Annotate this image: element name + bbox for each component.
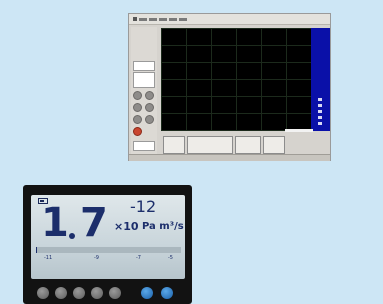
device-button[interactable] xyxy=(55,287,67,299)
device-button[interactable] xyxy=(37,287,49,299)
reading-decimal: 7 xyxy=(80,200,108,246)
leak-detector-device: 1 7 -12 ×10 Pa m³/s -11 -9 -7 -5 xyxy=(23,185,192,304)
info-box xyxy=(163,136,185,154)
scale-label: -7 xyxy=(136,255,141,261)
bar-scale: -11 -9 -7 -5 xyxy=(36,255,181,265)
status-bar-area xyxy=(161,133,311,154)
reading-integer: 1 xyxy=(41,200,69,246)
menu-item[interactable] xyxy=(149,17,157,21)
control-button[interactable] xyxy=(133,103,142,112)
decimal-point xyxy=(69,233,75,239)
bar-graph xyxy=(36,247,181,253)
menu-item[interactable] xyxy=(139,17,147,21)
scale-mark xyxy=(318,110,322,113)
indicator-strip xyxy=(285,129,313,132)
stop-button[interactable] xyxy=(133,127,142,136)
control-button[interactable] xyxy=(145,91,154,100)
menu-item[interactable] xyxy=(159,17,167,21)
value-field[interactable] xyxy=(133,61,155,71)
control-button[interactable] xyxy=(145,115,154,124)
device-button[interactable] xyxy=(73,287,85,299)
control-button[interactable] xyxy=(133,115,142,124)
app-icon xyxy=(133,17,137,21)
bar-graph-fill xyxy=(36,247,38,253)
control-button[interactable] xyxy=(133,91,142,100)
scale-mark xyxy=(318,98,322,101)
scale-label: -5 xyxy=(168,255,173,261)
multiplier: ×10 xyxy=(114,220,139,233)
unit-label: Pa m³/s xyxy=(142,221,184,232)
scale-mark xyxy=(318,116,322,119)
control-button[interactable] xyxy=(145,103,154,112)
gauge-display: 1 7 -12 ×10 Pa m³/s -11 -9 -7 -5 xyxy=(31,195,185,279)
scale-panel xyxy=(311,28,330,131)
exponent: -12 xyxy=(130,197,157,216)
plot-area xyxy=(161,28,311,131)
control-panel xyxy=(131,27,157,154)
info-box xyxy=(263,136,285,154)
menu-bar xyxy=(129,14,330,25)
device-blue-button[interactable] xyxy=(161,287,173,299)
taskbar xyxy=(129,154,330,161)
menu-item[interactable] xyxy=(179,17,187,21)
status-field xyxy=(133,141,155,151)
info-box xyxy=(187,136,233,154)
value-field[interactable] xyxy=(133,72,155,88)
scale-mark xyxy=(318,104,322,107)
device-button[interactable] xyxy=(91,287,103,299)
device-blue-button[interactable] xyxy=(141,287,153,299)
scale-mark xyxy=(318,122,322,125)
device-button[interactable] xyxy=(109,287,121,299)
scale-label: -11 xyxy=(44,255,53,261)
scale-label: -9 xyxy=(94,255,99,261)
software-window xyxy=(129,14,330,161)
info-box xyxy=(235,136,261,154)
menu-item[interactable] xyxy=(169,17,177,21)
